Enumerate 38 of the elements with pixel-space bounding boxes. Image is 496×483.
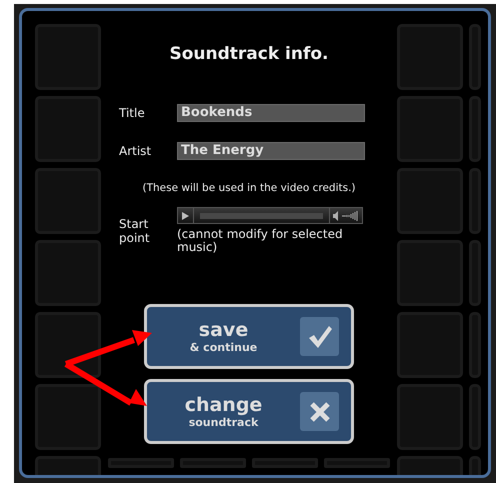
tile <box>397 384 463 450</box>
tile <box>397 240 463 306</box>
tile <box>252 458 318 468</box>
tile <box>35 312 101 378</box>
tile <box>180 458 246 468</box>
tile <box>469 240 481 306</box>
close-icon <box>300 392 339 431</box>
tile <box>35 384 101 450</box>
tile <box>35 168 101 234</box>
tile <box>469 384 481 450</box>
tile <box>469 96 481 162</box>
start-point-note: (cannot modify for selected music) <box>177 228 344 254</box>
tile <box>35 240 101 306</box>
change-button[interactable]: change soundtrack <box>144 379 354 444</box>
dialog-title: Soundtrack info. <box>169 44 329 66</box>
input-field[interactable]: Bookends <box>177 104 365 122</box>
save-button[interactable]: save & continue <box>144 304 354 369</box>
check-icon <box>300 317 339 356</box>
tile <box>469 24 481 90</box>
button-sublabel: soundtrack <box>188 416 258 428</box>
tile <box>397 312 463 378</box>
button-label: change <box>184 396 262 414</box>
field-label: Artist <box>118 144 152 158</box>
tile <box>35 24 101 90</box>
tile <box>108 458 174 468</box>
tile <box>397 168 463 234</box>
start-point-label: Start point <box>118 216 151 247</box>
button-sublabel: & continue <box>190 342 258 352</box>
tile <box>324 458 390 468</box>
field-label: Title <box>118 106 146 120</box>
tile <box>35 96 101 162</box>
tile <box>397 96 463 162</box>
button-label: save <box>198 320 248 340</box>
tile <box>469 312 481 378</box>
tile <box>397 24 463 90</box>
credits-note: (These will be used in the video credits.) <box>142 182 356 194</box>
tile <box>469 168 481 234</box>
input-field[interactable]: The Energy <box>177 142 365 160</box>
